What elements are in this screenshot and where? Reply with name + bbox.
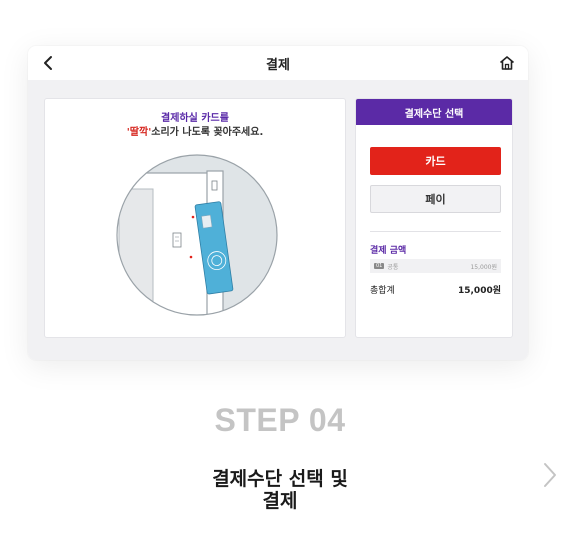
chevron-left-icon[interactable] bbox=[40, 54, 58, 72]
card-insert-illustration bbox=[116, 154, 278, 316]
top-bar: 결제 bbox=[28, 46, 528, 80]
amount-title: 결제 금액 bbox=[370, 246, 407, 256]
kiosk-screen-preview: 결제 결제하실 카드를 '딸깍'소리가 나도록 꽂아주세요. 결제수단 선택 카… bbox=[28, 46, 528, 360]
step-caption-line-1: 결제수단 선택 및 bbox=[212, 468, 348, 490]
divider bbox=[370, 231, 501, 232]
amount-line-item: 01 공통 15,000원 bbox=[370, 259, 501, 273]
page-title: 결제 bbox=[266, 57, 290, 73]
step-caption-line-2: 결제 bbox=[262, 490, 298, 512]
pay-payment-button[interactable]: 페이 bbox=[370, 185, 501, 213]
payment-method-panel: 결제수단 선택 카드 페이 결제 금액 01 공통 15,000원 총합계 15… bbox=[355, 98, 513, 338]
card-insert-panel: 결제하실 카드를 '딸깍'소리가 나도록 꽂아주세요. bbox=[44, 98, 346, 338]
step-caption: 결제수단 선택 및 결제 bbox=[190, 468, 370, 512]
card-payment-button[interactable]: 카드 bbox=[370, 147, 501, 175]
home-icon[interactable] bbox=[498, 54, 516, 72]
amount-tag: 01 bbox=[374, 263, 385, 269]
total-label: 총합계 bbox=[370, 286, 395, 296]
instruction-line-2: '딸깍'소리가 나도록 꽂아주세요. bbox=[45, 123, 345, 138]
payment-method-header: 결제수단 선택 bbox=[356, 99, 512, 125]
instruction-rest: 소리가 나도록 꽂아주세요. bbox=[151, 127, 264, 138]
amount-label: 공통 bbox=[387, 263, 399, 271]
step-label: STEP 04 bbox=[214, 402, 346, 438]
instruction-line-1: 결제하실 카드를 bbox=[161, 113, 229, 124]
total-row: 총합계 15,000원 bbox=[370, 283, 501, 296]
total-value: 15,000원 bbox=[457, 286, 501, 296]
instruction-emphasis: '딸깍' bbox=[126, 127, 152, 138]
chevron-right-icon[interactable] bbox=[540, 460, 560, 490]
amount-value: 15,000원 bbox=[470, 263, 497, 271]
